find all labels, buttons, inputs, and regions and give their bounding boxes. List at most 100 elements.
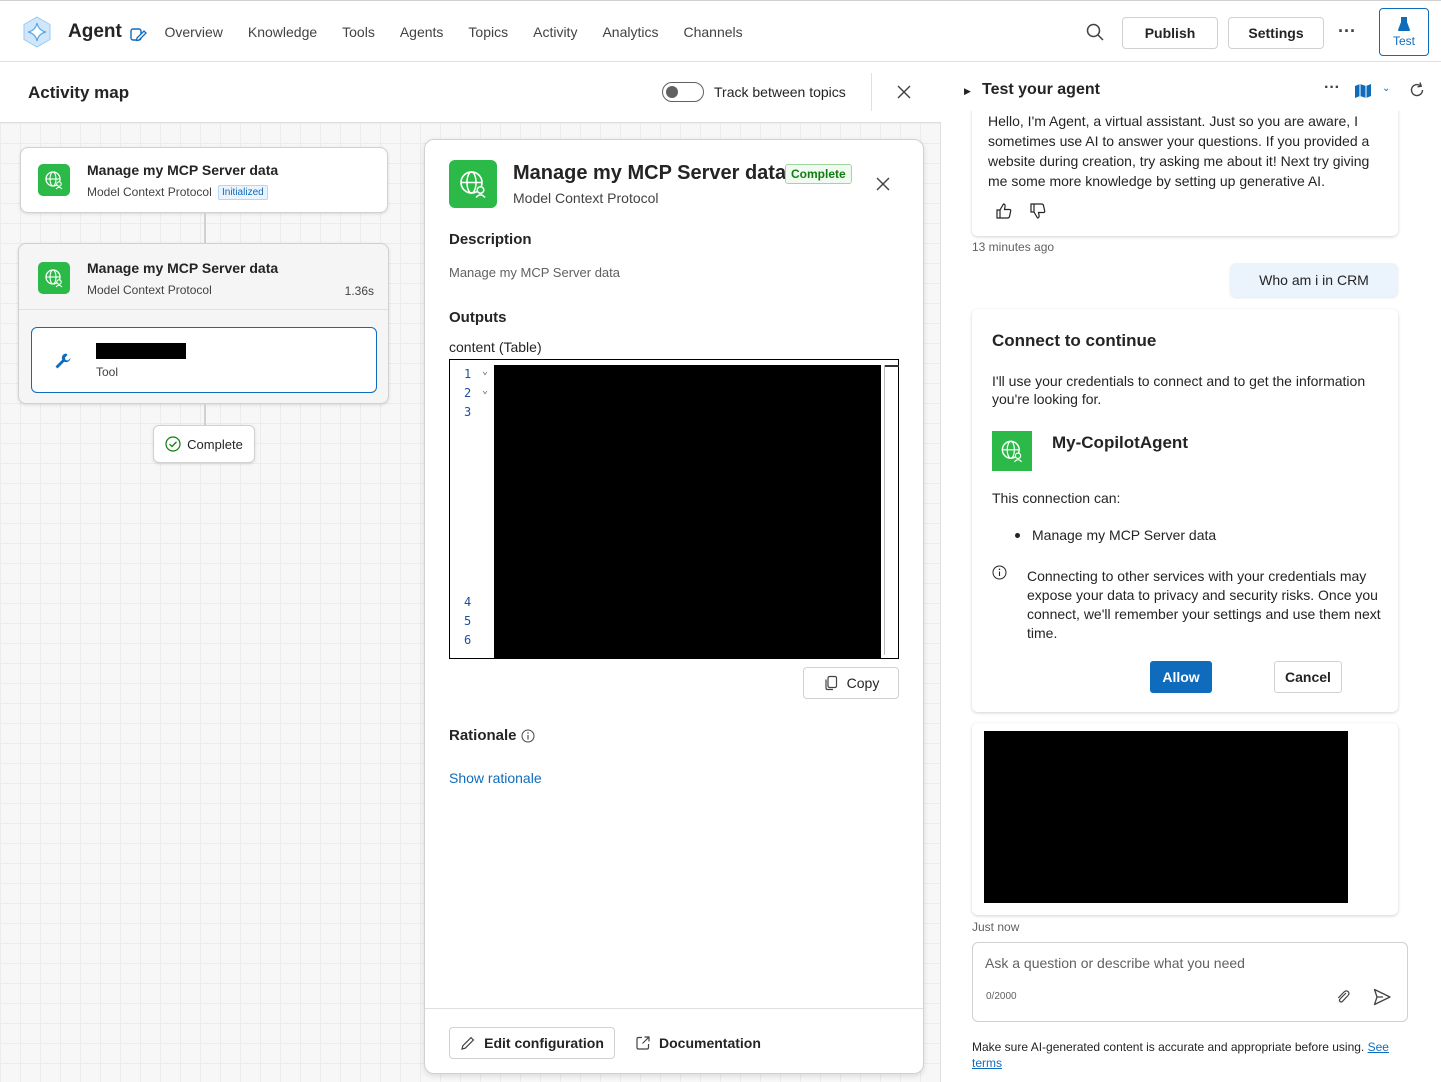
line-number: 2 [464,386,472,400]
search-icon[interactable] [1085,22,1105,42]
detail-subtitle: Model Context Protocol [513,190,659,206]
thumbs-down-icon[interactable] [1028,201,1048,221]
globe-user-icon [38,262,70,294]
nav-tools[interactable]: Tools [330,24,388,40]
flow-node-tool-call[interactable]: Manage my MCP Server data Model Context … [18,243,389,404]
pencil-icon [461,1036,475,1050]
message-timestamp: Just now [972,920,1020,934]
edit-configuration-button[interactable]: Edit configuration [449,1027,615,1059]
line-number: 4 [464,595,472,609]
card-title: Connect to continue [992,331,1157,350]
cancel-button[interactable]: Cancel [1274,661,1342,693]
description-heading: Description [449,231,532,248]
nav-agents[interactable]: Agents [387,24,456,40]
redacted-tool-name [96,343,186,359]
privacy-warning: Connecting to other services with your c… [1027,568,1381,641]
line-number: 6 [464,633,472,647]
show-rationale-link[interactable]: Show rationale [449,770,542,786]
edit-agent-icon[interactable] [128,24,148,44]
map-icon[interactable] [1354,83,1372,99]
nav-topics[interactable]: Topics [456,24,521,40]
top-navigation-bar: Agent Overview Knowledge Tools Agents To… [0,0,1441,62]
more-options-icon[interactable]: ··· [1336,21,1358,43]
chevron-down-icon[interactable]: ⌄ [1382,83,1390,94]
line-number: 1 [464,367,472,381]
main-nav: Overview Knowledge Tools Agents Topics A… [152,1,755,63]
flask-icon [1398,17,1410,31]
duration-label: 1.36s [344,284,374,298]
track-between-topics-toggle[interactable] [662,82,704,102]
collapse-caret-icon[interactable]: ▶ [964,86,971,97]
activity-map-canvas: Activity map Track between topics Manage… [0,63,941,1082]
chat-transcript[interactable]: Hello, I'm Agent, a virtual assistant. J… [942,111,1441,941]
line-number: 3 [464,405,472,419]
wrench-icon [55,353,71,369]
description-text: Manage my MCP Server data [449,265,620,280]
agent-name: Agent [68,21,122,42]
node-title: Manage my MCP Server data [87,162,279,178]
nav-knowledge[interactable]: Knowledge [235,24,329,40]
detail-footer: Edit configuration Documentation [425,1008,923,1074]
line-number: 5 [464,614,472,628]
detail-title: Manage my MCP Server data [513,162,787,184]
documentation-link[interactable]: Documentation [635,1027,761,1059]
rationale-heading-text: Rationale [449,727,517,744]
fold-chevron-icon[interactable]: ⌄ [482,385,488,396]
more-options-icon[interactable]: ··· [1324,79,1340,97]
fold-chevron-icon[interactable]: ⌄ [482,366,488,377]
copilot-studio-logo-icon [23,16,51,48]
redacted-output-content [494,365,881,659]
scrollbar[interactable] [884,365,899,655]
nav-channels[interactable]: Channels [671,24,755,40]
globe-user-icon [449,160,497,208]
settings-button[interactable]: Settings [1228,17,1324,49]
node-title: Manage my MCP Server data [87,260,279,276]
nav-activity[interactable]: Activity [521,24,590,40]
card-intro: I'll use your credentials to connect and… [992,373,1366,407]
complete-label: Complete [187,436,243,452]
output-code-viewer[interactable]: 1 ⌄ 2 ⌄ 3 4 5 6 [449,359,899,659]
toggle-label: Track between topics [714,84,846,100]
connection-can-label: This connection can: [992,490,1121,506]
info-icon[interactable] [521,729,535,743]
user-message: Who am i in CRM [1230,263,1398,297]
response-card [972,723,1398,915]
bot-message: Hello, I'm Agent, a virtual assistant. J… [972,111,1398,236]
canvas-header: Activity map Track between topics [0,63,941,123]
publish-button[interactable]: Publish [1122,17,1218,49]
status-badge: Initialized [218,185,268,200]
outputs-heading: Outputs [449,309,507,326]
copy-label: Copy [846,675,880,691]
globe-user-icon [992,431,1032,471]
close-icon[interactable] [873,174,893,194]
send-icon[interactable] [1372,987,1392,1007]
node-detail-panel: Manage my MCP Server data Complete Model… [424,139,924,1074]
refresh-icon[interactable] [1408,81,1426,99]
complete-node[interactable]: Complete [153,425,255,463]
flow-connector [204,213,206,243]
nav-analytics[interactable]: Analytics [590,24,671,40]
nav-overview[interactable]: Overview [152,24,235,40]
status-badge: Complete [785,164,852,184]
copy-button[interactable]: Copy [803,667,899,699]
globe-user-icon [38,164,70,196]
flow-node-initialized[interactable]: Manage my MCP Server data Model Context … [20,147,388,213]
test-agent-panel: ▶ Test your agent ··· ⌄ Hello, I'm Agent… [942,63,1441,1082]
tool-card[interactable]: g Tool [31,327,377,393]
thumbs-up-icon[interactable] [994,201,1014,221]
documentation-label: Documentation [659,1035,761,1051]
test-button[interactable]: Test [1379,8,1429,56]
allow-button[interactable]: Allow [1150,661,1212,693]
divider [871,73,872,111]
attach-icon[interactable] [1335,989,1351,1005]
chat-input[interactable] [985,955,1385,971]
tool-subtitle: Tool [96,365,119,379]
flow-connector [204,404,206,425]
close-icon[interactable] [894,82,914,102]
redacted-response-content [984,731,1348,903]
ai-disclaimer: Make sure AI-generated content is accura… [972,1039,1392,1071]
message-timestamp: 13 minutes ago [972,240,1055,254]
chat-input-box: 0/2000 [972,942,1408,1022]
connect-to-continue-card: Connect to continue I'll use your creden… [972,309,1398,712]
disclaimer-text: Make sure AI-generated content is accura… [972,1040,1365,1054]
